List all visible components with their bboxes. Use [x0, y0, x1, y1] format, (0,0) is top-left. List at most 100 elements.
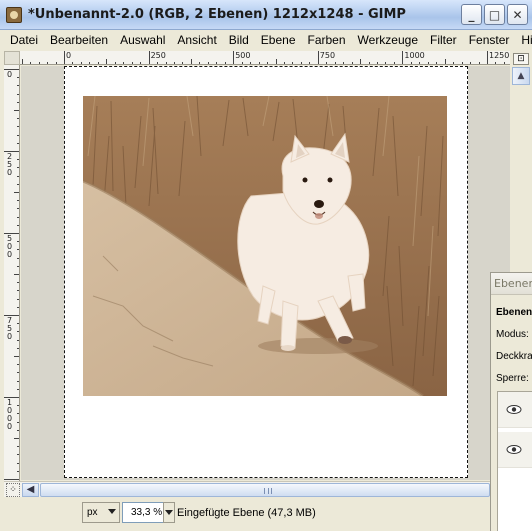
ruler-tick — [17, 249, 19, 251]
ruler-tick — [410, 62, 412, 64]
maximize-button[interactable]: □ — [484, 4, 505, 25]
menu-hilfe[interactable]: Hilfe — [515, 33, 532, 47]
zoom-to-fit-icon[interactable]: ⊡ — [513, 53, 529, 65]
image-canvas[interactable] — [21, 66, 510, 480]
ruler-tick — [148, 51, 150, 64]
ruler-tick — [17, 200, 19, 202]
ruler-label: 1250 — [489, 51, 510, 60]
ruler-tick — [173, 62, 175, 64]
ruler-tick — [123, 62, 125, 64]
menu-filter[interactable]: Filter — [424, 33, 463, 47]
ruler-tick — [17, 470, 19, 472]
ruler-tick — [17, 142, 19, 144]
menu-auswahl[interactable]: Auswahl — [114, 33, 171, 47]
ruler-tick — [17, 462, 19, 464]
ruler-tick — [478, 62, 480, 64]
ruler-tick — [17, 85, 19, 87]
ruler-tick — [17, 159, 19, 161]
ruler-tick — [241, 62, 243, 64]
ruler-tick — [17, 388, 19, 390]
ruler-tick — [317, 51, 319, 64]
lock-label: Sperre: — [496, 373, 529, 384]
ruler-tick — [14, 438, 19, 439]
ruler-tick — [258, 62, 260, 64]
ruler-tick — [14, 274, 19, 275]
dog-photo-image — [83, 96, 447, 396]
ruler-tick — [343, 62, 345, 64]
ruler-tick — [17, 183, 19, 185]
ruler-label: 0 — [6, 70, 13, 79]
ruler-label: 0 — [6, 250, 13, 259]
ruler-tick — [453, 62, 455, 64]
layer-row[interactable] — [498, 432, 532, 468]
ruler-tick — [17, 339, 19, 341]
ruler-tick — [17, 265, 19, 267]
zoom-input[interactable] — [122, 502, 164, 523]
ruler-tick — [17, 364, 19, 366]
ruler-tick — [190, 59, 192, 64]
ruler-tick — [14, 192, 19, 193]
close-button[interactable]: ✕ — [507, 4, 528, 25]
unit-value: px — [87, 507, 98, 518]
layer-row[interactable] — [498, 392, 532, 428]
menu-ebene[interactable]: Ebene — [255, 33, 302, 47]
layers-panel: Ebenen Ebenen Modus: Deckkraft Sperre: — [490, 272, 532, 531]
layers-list — [497, 391, 532, 531]
ruler-tick — [80, 62, 82, 64]
ruler-tick — [17, 429, 19, 431]
zoom-dropdown-button[interactable] — [163, 502, 175, 523]
horizontal-scrollbar: ⁘ ◀ — [4, 481, 490, 497]
ruler-tick — [17, 77, 19, 79]
menu-ansicht[interactable]: Ansicht — [171, 33, 222, 47]
ruler-tick — [275, 59, 277, 64]
ruler-tick — [17, 331, 19, 333]
ruler-tick — [17, 454, 19, 456]
scroll-up-button[interactable]: ▲ — [512, 67, 530, 85]
menu-bild[interactable]: Bild — [223, 33, 255, 47]
mode-label: Modus: — [496, 329, 529, 340]
ruler-tick — [17, 282, 19, 284]
ruler-tick — [419, 62, 421, 64]
menu-datei[interactable]: Datei — [4, 33, 44, 47]
ruler-tick — [17, 290, 19, 292]
ruler-tick — [360, 59, 362, 64]
ruler-tick — [385, 62, 387, 64]
menu-fenster[interactable]: Fenster — [463, 33, 516, 47]
scroll-thumb[interactable] — [40, 483, 490, 497]
ruler-tick — [17, 101, 19, 103]
visibility-eye-icon[interactable] — [506, 445, 522, 454]
ruler-tick — [233, 51, 235, 64]
menu-bearbeiten[interactable]: Bearbeiten — [44, 33, 114, 47]
horizontal-ruler[interactable]: 0 250 500 750 1000 1250 — [20, 51, 510, 65]
visibility-eye-icon[interactable] — [506, 405, 522, 414]
ruler-tick — [309, 62, 311, 64]
layers-panel-heading: Ebenen — [496, 307, 532, 318]
ruler-tick — [427, 62, 429, 64]
ruler-tick — [165, 62, 167, 64]
ruler-tick — [17, 446, 19, 448]
ruler-tick — [436, 62, 438, 64]
ruler-tick — [106, 59, 108, 64]
ruler-tick — [487, 51, 488, 64]
menu-farben[interactable]: Farben — [302, 33, 352, 47]
ruler-tick — [4, 479, 19, 480]
ruler-tick — [17, 413, 19, 415]
ruler-corner[interactable] — [4, 51, 20, 65]
scroll-left-button[interactable]: ◀ — [22, 483, 39, 497]
ruler-tick — [17, 372, 19, 374]
menu-werkzeuge[interactable]: Werkzeuge — [352, 33, 424, 47]
ruler-tick — [17, 241, 19, 243]
ruler-label: 250 — [150, 51, 166, 60]
ruler-tick — [157, 62, 159, 64]
ruler-tick — [503, 62, 505, 64]
ruler-tick — [377, 62, 379, 64]
scroll-grip-icon — [264, 488, 272, 494]
layers-panel-title[interactable]: Ebenen — [491, 273, 532, 295]
unit-select[interactable]: px — [82, 502, 120, 523]
navigate-icon[interactable]: ⁘ — [6, 483, 20, 497]
ruler-tick — [351, 62, 353, 64]
ruler-tick — [402, 51, 404, 64]
vertical-ruler[interactable]: 02505007501000 — [4, 65, 20, 481]
minimize-button[interactable]: _ — [461, 4, 482, 25]
title-bar: *Unbenannt-2.0 (RGB, 2 Ebenen) 1212x1248… — [0, 0, 532, 30]
